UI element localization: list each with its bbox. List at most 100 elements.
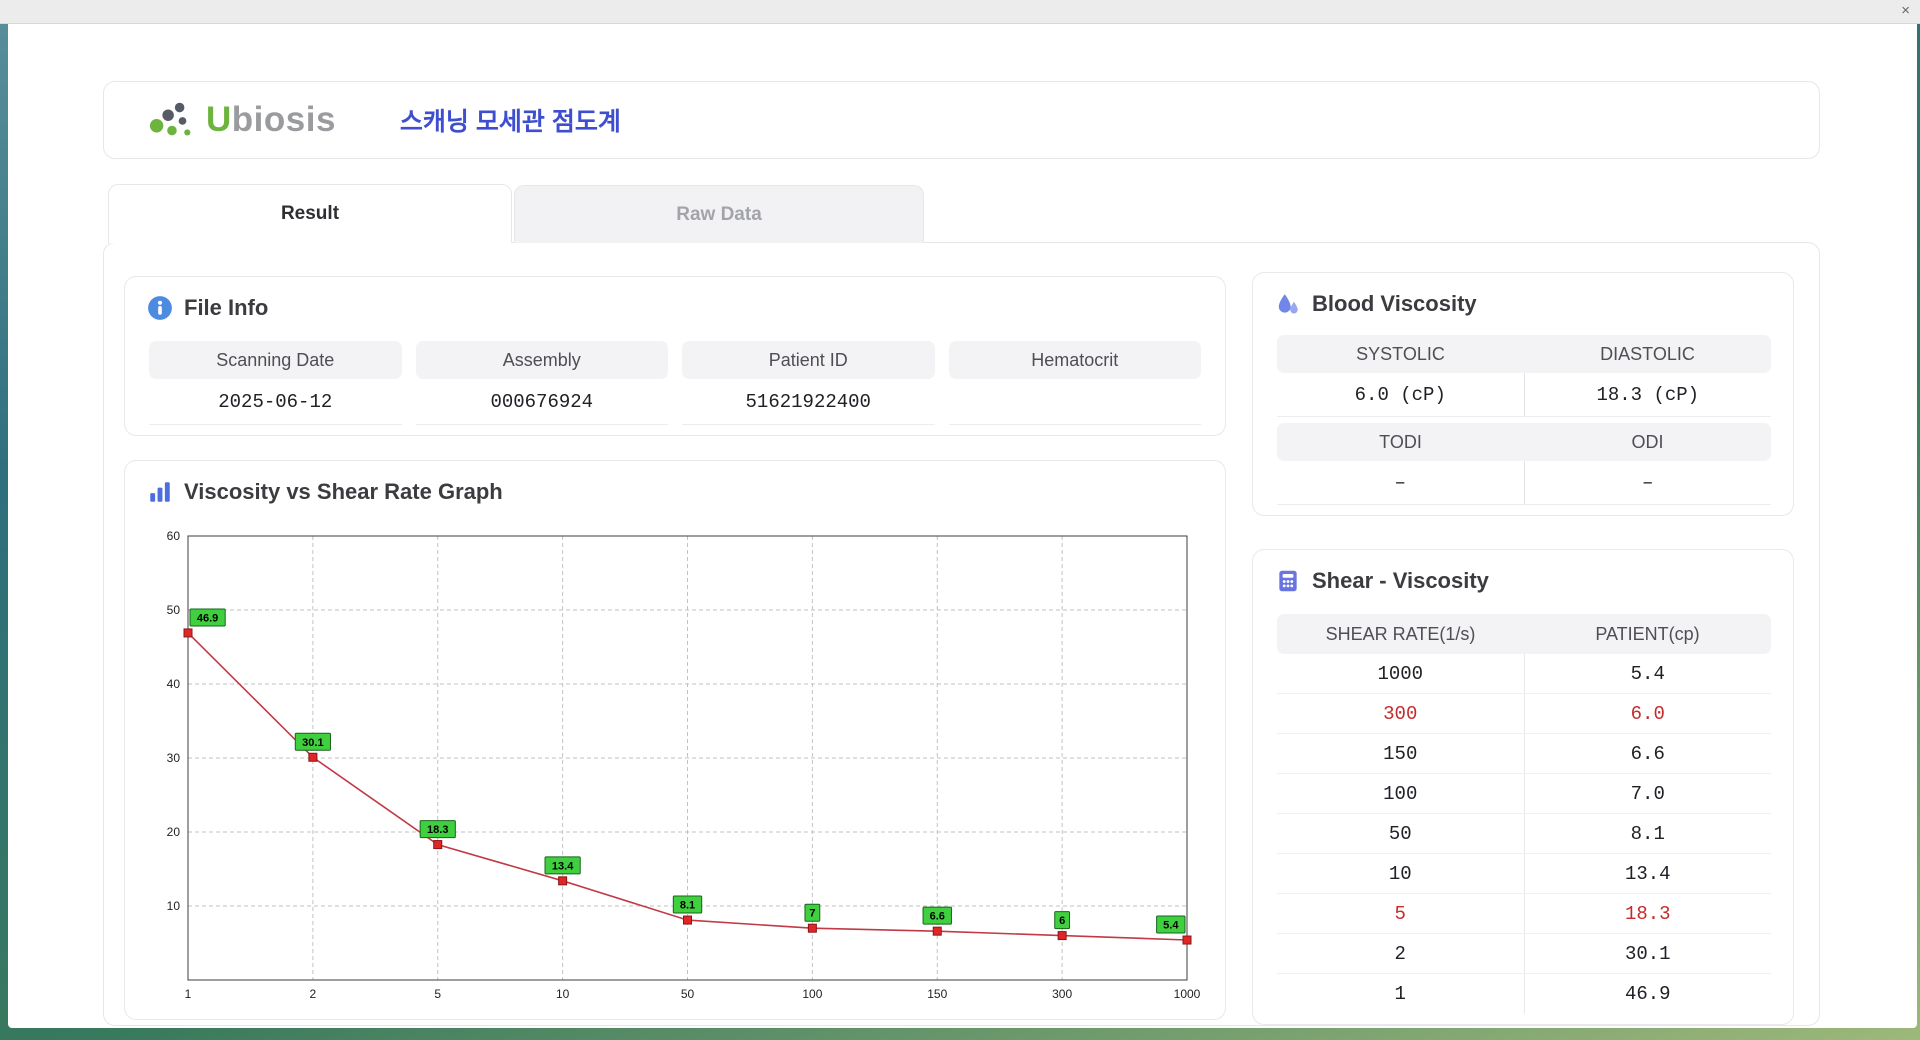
bar-chart-icon — [150, 482, 170, 502]
file-info-fields: Scanning Date 2025-06-12 Assembly 000676924… — [149, 341, 1201, 425]
table-row: 2 30.1 — [1277, 934, 1771, 974]
sv-header-cell: PATIENT(cp) — [1595, 623, 1700, 644]
bv-value-row: – – — [1277, 461, 1771, 505]
x-tick-label: 300 — [1052, 987, 1072, 1001]
y-tick-label: 50 — [167, 603, 181, 617]
file-info-field: Scanning Date 2025-06-12 — [149, 341, 402, 425]
table-row: 5 18.3 — [1277, 894, 1771, 934]
x-tick-label: 1 — [185, 987, 192, 1001]
file-info-title: File Info — [147, 295, 268, 321]
ubiosis-logo: Ubiosis — [148, 97, 336, 143]
logo-text-rest: biosis — [231, 100, 336, 139]
bv-value-cell: – — [1642, 471, 1654, 494]
app-window: Ubiosis 스캐닝 모세관 점도계 Result Raw Data File… — [8, 24, 1917, 1028]
calculator-icon — [1279, 570, 1297, 592]
field-value: 000676924 — [415, 379, 668, 425]
field-value — [948, 379, 1201, 425]
table-row: 1000 5.4 — [1277, 654, 1771, 694]
data-point-marker — [558, 876, 568, 886]
y-tick-label: 60 — [167, 529, 181, 543]
shear-viscosity-title: Shear - Viscosity — [1275, 568, 1489, 594]
data-point-label: 30.1 — [302, 737, 323, 749]
titlebar: × — [0, 0, 1920, 24]
table-row: 300 6.0 — [1277, 694, 1771, 734]
shear-rate-cell: 10 — [1277, 854, 1525, 893]
shear-rate-cell: 1000 — [1277, 654, 1525, 693]
header-card: Ubiosis 스캐닝 모세관 점도계 — [103, 81, 1820, 159]
file-info-field: Assembly 000676924 — [415, 341, 668, 425]
file-info-field: Hematocrit — [948, 341, 1201, 425]
y-tick-label: 20 — [167, 825, 181, 839]
field-value: 2025-06-12 — [149, 379, 402, 425]
section-title-text: Blood Viscosity — [1312, 291, 1477, 316]
shear-viscosity-table: SHEAR RATE(1/s) PATIENT(cp) 1000 5.4 300 6.0 1… — [1277, 614, 1771, 1014]
table-row: 100 7.0 — [1277, 774, 1771, 814]
field-value: 51621922400 — [682, 379, 935, 425]
data-point-marker — [932, 926, 942, 936]
data-point-marker — [308, 752, 318, 762]
patient-cell: 6.6 — [1630, 742, 1665, 765]
graph-card: Viscosity vs Shear Rate Graph 10 20 30 40 50… — [124, 460, 1226, 1020]
shear-rate-cell: 150 — [1277, 734, 1525, 773]
blood-viscosity-card: Blood Viscosity SYSTOLIC DIASTOLIC 6.0 (cP… — [1252, 272, 1794, 516]
bv-value-cell: 6.0 (cP) — [1277, 373, 1525, 416]
patient-cell: 8.1 — [1630, 822, 1665, 845]
tab-raw-data[interactable]: Raw Data — [514, 185, 924, 243]
tab-result[interactable]: Result — [108, 184, 512, 243]
x-tick-label: 2 — [310, 987, 317, 1001]
shear-viscosity-card: Shear - Viscosity SHEAR RATE(1/s) PATIENT… — [1252, 549, 1794, 1025]
logo-dots-icon — [149, 102, 191, 136]
data-point-label: 8.1 — [680, 900, 695, 912]
x-tick-label: 10 — [556, 987, 570, 1001]
data-point-marker — [1182, 935, 1192, 945]
patient-cell: 30.1 — [1624, 942, 1671, 965]
shear-rate-cell: 50 — [1277, 814, 1525, 853]
close-button[interactable]: × — [1901, 3, 1910, 18]
data-point-marker — [183, 628, 193, 638]
table-row: 50 8.1 — [1277, 814, 1771, 854]
x-tick-label: 100 — [802, 987, 822, 1001]
bv-value-row: 6.0 (cP) 18.3 (cP) — [1277, 373, 1771, 417]
y-tick-label: 30 — [167, 751, 181, 765]
data-point-label: 6 — [1059, 915, 1065, 927]
bv-header-cell: ODI — [1631, 431, 1664, 452]
bv-header-cell: SYSTOLIC — [1356, 343, 1445, 364]
y-tick-label: 40 — [167, 677, 181, 691]
blood-viscosity-title: Blood Viscosity — [1275, 291, 1477, 317]
app-title: 스캐닝 모세관 점도계 — [399, 108, 621, 136]
shear-rate-cell: 5 — [1277, 894, 1525, 933]
patient-cell: 6.0 — [1630, 702, 1665, 725]
bv-value-cell: 18.3 (cP) — [1596, 383, 1700, 406]
data-point-label: 18.3 — [427, 824, 448, 836]
data-point-marker — [1057, 931, 1067, 941]
x-tick-label: 5 — [434, 987, 441, 1001]
section-title-text: Viscosity vs Shear Rate Graph — [184, 479, 503, 504]
x-tick-label: 50 — [681, 987, 695, 1001]
data-point-marker — [433, 840, 443, 850]
x-tick-label: 150 — [927, 987, 947, 1001]
shear-rate-cell: 300 — [1277, 694, 1525, 733]
bv-header-row: TODI ODI — [1277, 423, 1771, 461]
patient-cell: 46.9 — [1624, 983, 1671, 1005]
data-point-label: 7 — [809, 908, 815, 920]
info-icon — [148, 296, 172, 320]
logo-letter-u: U — [206, 100, 232, 139]
file-info-card: File Info Scanning Date 2025-06-12 Assembl… — [124, 276, 1226, 436]
patient-cell: 18.3 — [1624, 902, 1671, 925]
droplets-icon — [1278, 294, 1298, 314]
field-label: Assembly — [415, 341, 668, 379]
blood-viscosity-table: SYSTOLIC DIASTOLIC 6.0 (cP) 18.3 (cP) TODI OD… — [1277, 335, 1771, 505]
bv-header-cell: TODI — [1379, 431, 1422, 452]
content-card: File Info Scanning Date 2025-06-12 Assembl… — [103, 242, 1820, 1026]
data-point-label: 5.4 — [1163, 920, 1179, 932]
file-info-field: Patient ID 51621922400 — [682, 341, 935, 425]
field-label: Patient ID — [682, 341, 935, 379]
y-tick-label: 10 — [167, 899, 181, 913]
bv-header-row: SYSTOLIC DIASTOLIC — [1277, 335, 1771, 373]
data-point-marker — [683, 915, 692, 925]
data-point-marker — [807, 923, 817, 933]
table-row: 150 6.6 — [1277, 734, 1771, 774]
patient-cell: 5.4 — [1630, 662, 1665, 685]
shear-rate-cell: 1 — [1277, 974, 1525, 1014]
sv-header-cell: SHEAR RATE(1/s) — [1325, 623, 1476, 644]
